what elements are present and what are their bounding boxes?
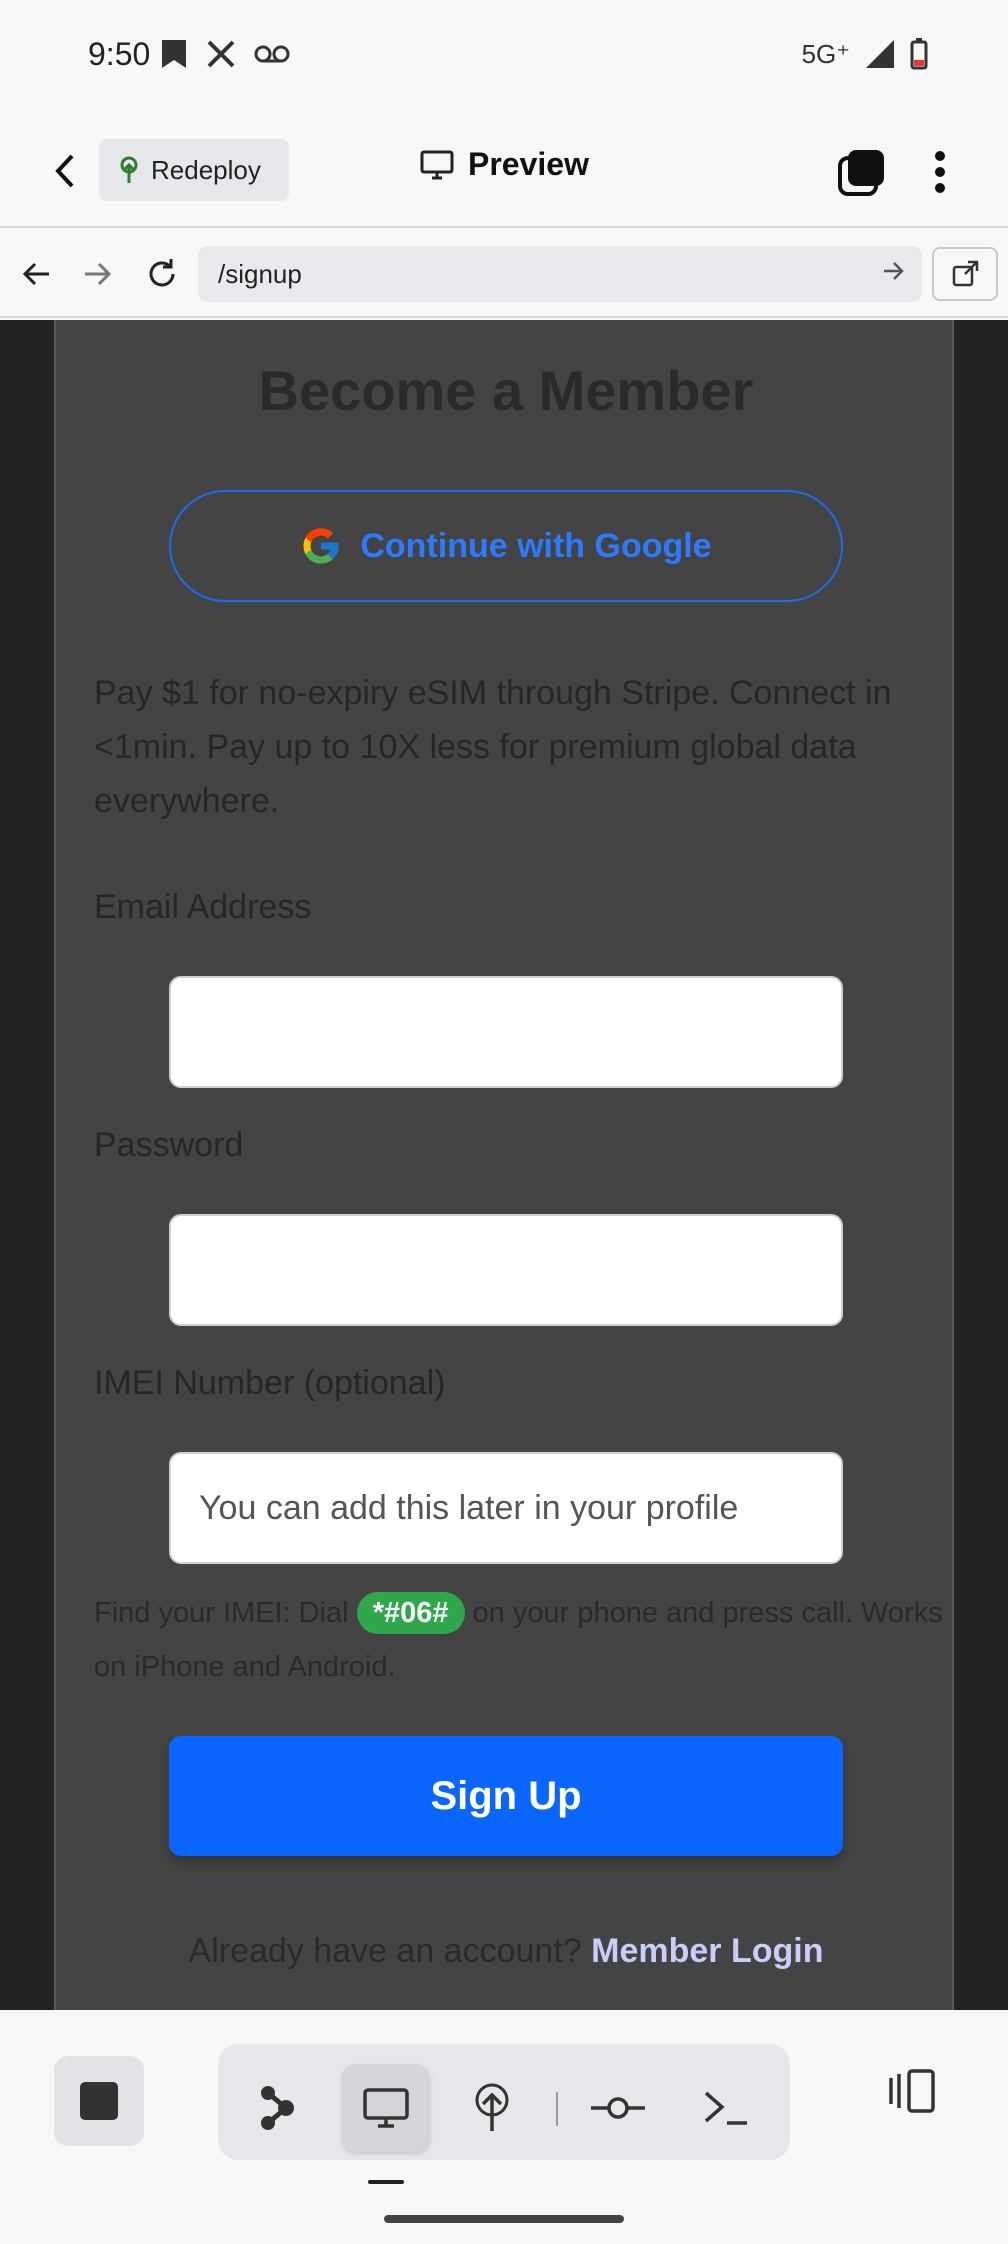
browser-nav-bar: /signup <box>0 230 1008 318</box>
stop-button[interactable] <box>54 2056 144 2146</box>
agent-icon <box>261 2086 294 2130</box>
email-field[interactable] <box>169 976 843 1088</box>
redeploy-label: Redeploy <box>151 154 261 185</box>
hint-prefix: Find your IMEI: Dial <box>94 1597 357 1629</box>
more-vertical-icon <box>935 151 945 193</box>
password-label: Password <box>94 1126 244 1164</box>
terminal-icon <box>704 2091 747 2125</box>
url-bar[interactable]: /signup <box>198 246 922 302</box>
page-title: Preview <box>420 146 589 183</box>
reload-button[interactable] <box>138 250 186 298</box>
password-field[interactable] <box>169 1214 843 1326</box>
split-view-icon <box>889 2069 935 2113</box>
bottom-toolbar <box>0 2010 1008 2244</box>
go-arrow-icon[interactable] <box>882 260 906 282</box>
open-external-button[interactable] <box>932 247 998 301</box>
browser-forward-button[interactable] <box>74 250 122 298</box>
tabs-button[interactable] <box>836 146 888 198</box>
login-prompt-text: Already have an account? <box>188 1932 592 1970</box>
back-button[interactable] <box>40 146 90 196</box>
status-time: 9:50 <box>88 36 151 72</box>
more-options-button[interactable] <box>920 144 960 200</box>
deploy-tool-button[interactable] <box>448 2064 536 2152</box>
git-icon <box>591 2097 645 2119</box>
email-label: Email Address <box>94 888 312 926</box>
external-link-icon <box>952 260 979 287</box>
tabs-icon <box>838 150 884 196</box>
google-button-label: Continue with Google <box>360 526 712 565</box>
preview-tool-button[interactable] <box>342 2064 430 2152</box>
home-indicator[interactable] <box>384 2215 624 2223</box>
active-tab-indicator <box>368 2180 404 2184</box>
stop-icon <box>80 2082 118 2120</box>
signal-icon <box>866 40 894 68</box>
signup-card: Become a Member Continue with Google Pay… <box>54 320 954 2010</box>
form-title: Become a Member <box>258 359 754 422</box>
arrow-left-icon <box>22 262 49 286</box>
sign-up-button[interactable]: Sign Up <box>169 1736 843 1856</box>
chevron-left-icon <box>55 154 74 188</box>
redeploy-button[interactable]: Redeploy <box>99 139 289 201</box>
url-text: /signup <box>218 258 302 289</box>
description-text: Pay $1 for no-expiry eSIM through Stripe… <box>94 674 892 820</box>
network-label: 5G⁺ <box>801 38 850 69</box>
preview-icon <box>363 2088 409 2128</box>
continue-with-google-button[interactable]: Continue with Google <box>169 490 843 602</box>
arrow-right-icon <box>85 262 112 286</box>
redeploy-icon <box>120 156 138 183</box>
dial-code-badge: *#06# <box>356 1592 465 1634</box>
voicemail-icon <box>254 45 290 63</box>
battery-low-icon <box>910 38 928 70</box>
imei-field[interactable] <box>169 1452 843 1564</box>
google-icon <box>303 528 339 564</box>
terminal-tool-button[interactable] <box>682 2064 770 2152</box>
git-tool-button[interactable] <box>574 2064 662 2152</box>
split-view-button[interactable] <box>874 2056 944 2126</box>
deploy-icon <box>475 2083 509 2131</box>
member-login-link[interactable]: Member Login <box>591 1932 823 1970</box>
status-bar: 9:50 5G⁺ <box>0 0 1008 116</box>
x-icon <box>207 40 235 68</box>
bookmark-icon <box>162 40 186 68</box>
imei-label: IMEI Number (optional) <box>94 1364 446 1402</box>
toolbar-divider <box>556 2092 558 2126</box>
agent-tool-button[interactable] <box>234 2064 322 2152</box>
login-prompt: Already have an account? Member Login <box>56 1932 956 1971</box>
page-title-label: Preview <box>468 146 589 182</box>
imei-hint: Find your IMEI: Dial *#06# on your phone… <box>94 1586 944 1694</box>
monitor-icon <box>420 150 454 179</box>
tool-group <box>218 2044 790 2160</box>
app-header: Redeploy Preview <box>0 116 1008 228</box>
web-preview: Become a Member Continue with Google Pay… <box>0 320 1008 2010</box>
reload-icon <box>149 259 175 287</box>
browser-back-button[interactable] <box>12 250 60 298</box>
